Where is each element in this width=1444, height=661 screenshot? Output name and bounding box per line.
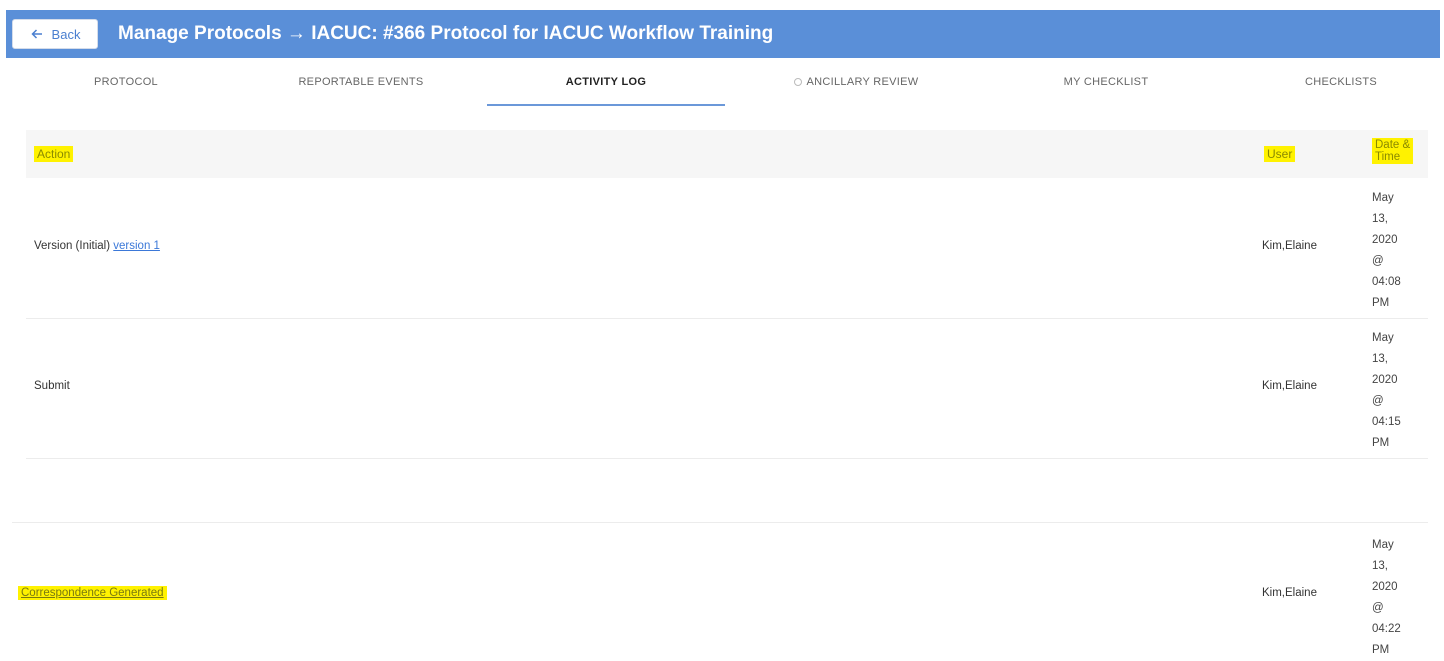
arrow-left-icon: [30, 29, 42, 39]
action-cell: Submit: [34, 380, 70, 392]
back-button[interactable]: Back: [12, 19, 98, 49]
column-header-date-time: Date & Time: [1372, 138, 1414, 164]
back-button-label: Back: [51, 26, 81, 42]
page-title: Manage Protocols → IACUC: #366 Protocol …: [118, 23, 774, 44]
user-cell: Kim,Elaine: [1262, 587, 1317, 599]
active-tab-indicator: [487, 104, 725, 106]
column-header-user: User: [1264, 146, 1296, 162]
date-time-cell: May 13, 2020 @ 04:08 PM: [1372, 192, 1401, 309]
correspondence-generated-link[interactable]: Correspondence Generated: [18, 586, 167, 600]
tab-protocol[interactable]: PROTOCOL: [26, 58, 226, 106]
tab-checklists[interactable]: CHECKLISTS: [1256, 58, 1426, 106]
table-row: Version (Initial) version 1 Kim,Elaine M…: [26, 178, 1428, 319]
tab-my-checklist[interactable]: MY CHECKLIST: [1006, 58, 1206, 106]
user-cell: Kim,Elaine: [1262, 240, 1317, 252]
table-row: Correspondence Generated Kim,Elaine May …: [12, 523, 1428, 659]
page-header: Back Manage Protocols → IACUC: #366 Prot…: [6, 10, 1440, 58]
version-link[interactable]: version 1: [113, 240, 160, 252]
table-row: Submit Kim,Elaine May 13, 2020 @ 04:15 P…: [26, 318, 1428, 459]
action-cell: Correspondence Generated: [18, 586, 167, 600]
tab-activity-log[interactable]: ACTIVITY LOG: [487, 58, 725, 106]
status-dot-icon: [793, 78, 802, 86]
activity-log-table-header: Action User Date & Time: [26, 130, 1428, 178]
date-time-cell: May 13, 2020 @ 04:22 PM: [1372, 539, 1401, 656]
column-header-action: Action: [34, 146, 74, 162]
date-time-cell: May 13, 2020 @ 04:15 PM: [1372, 332, 1401, 449]
action-cell: Version (Initial) version 1: [34, 240, 160, 252]
tab-ancillary-review[interactable]: ANCILLARY REVIEW: [756, 58, 956, 106]
tab-reportable-events[interactable]: REPORTABLE EVENTS: [261, 58, 461, 106]
tab-bar: PROTOCOL REPORTABLE EVENTS ACTIVITY LOG …: [6, 58, 1440, 108]
user-cell: Kim,Elaine: [1262, 380, 1317, 392]
